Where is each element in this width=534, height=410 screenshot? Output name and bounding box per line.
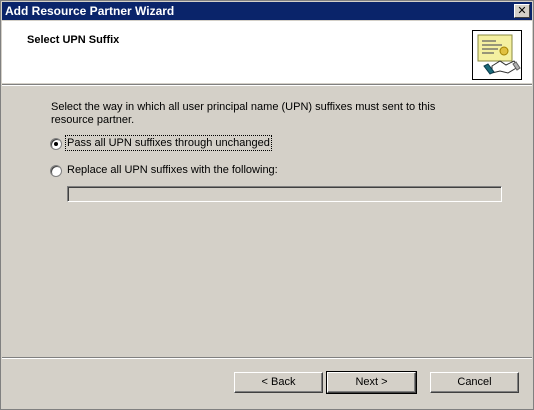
wizard-handshake-certificate-icon (472, 30, 522, 80)
next-button[interactable]: Next > (326, 371, 417, 394)
wizard-header: Select UPN Suffix (2, 21, 532, 83)
radio-selected-dot (54, 142, 58, 146)
wizard-window: Add Resource Partner Wizard ✕ Select UPN… (0, 0, 534, 410)
back-button[interactable]: < Back (234, 372, 323, 393)
close-button[interactable]: ✕ (514, 4, 530, 18)
close-icon: ✕ (517, 5, 527, 17)
option-pass-unchanged-label[interactable]: Pass all UPN suffixes through unchanged (65, 135, 272, 151)
footer-divider (2, 357, 532, 359)
page-title: Select UPN Suffix (27, 34, 120, 46)
window-title: Add Resource Partner Wizard (5, 4, 175, 18)
option-replace-suffixes-label[interactable]: Replace all UPN suffixes with the follow… (67, 164, 278, 176)
title-bar[interactable]: Add Resource Partner Wizard ✕ (2, 2, 532, 20)
replacement-suffix-input[interactable] (67, 186, 502, 202)
header-divider (2, 84, 532, 86)
cancel-button[interactable]: Cancel (430, 372, 519, 393)
description-text: Select the way in which all user princip… (51, 101, 436, 126)
radio-pass-unchanged[interactable] (50, 138, 62, 150)
radio-replace-suffixes[interactable] (50, 165, 62, 177)
